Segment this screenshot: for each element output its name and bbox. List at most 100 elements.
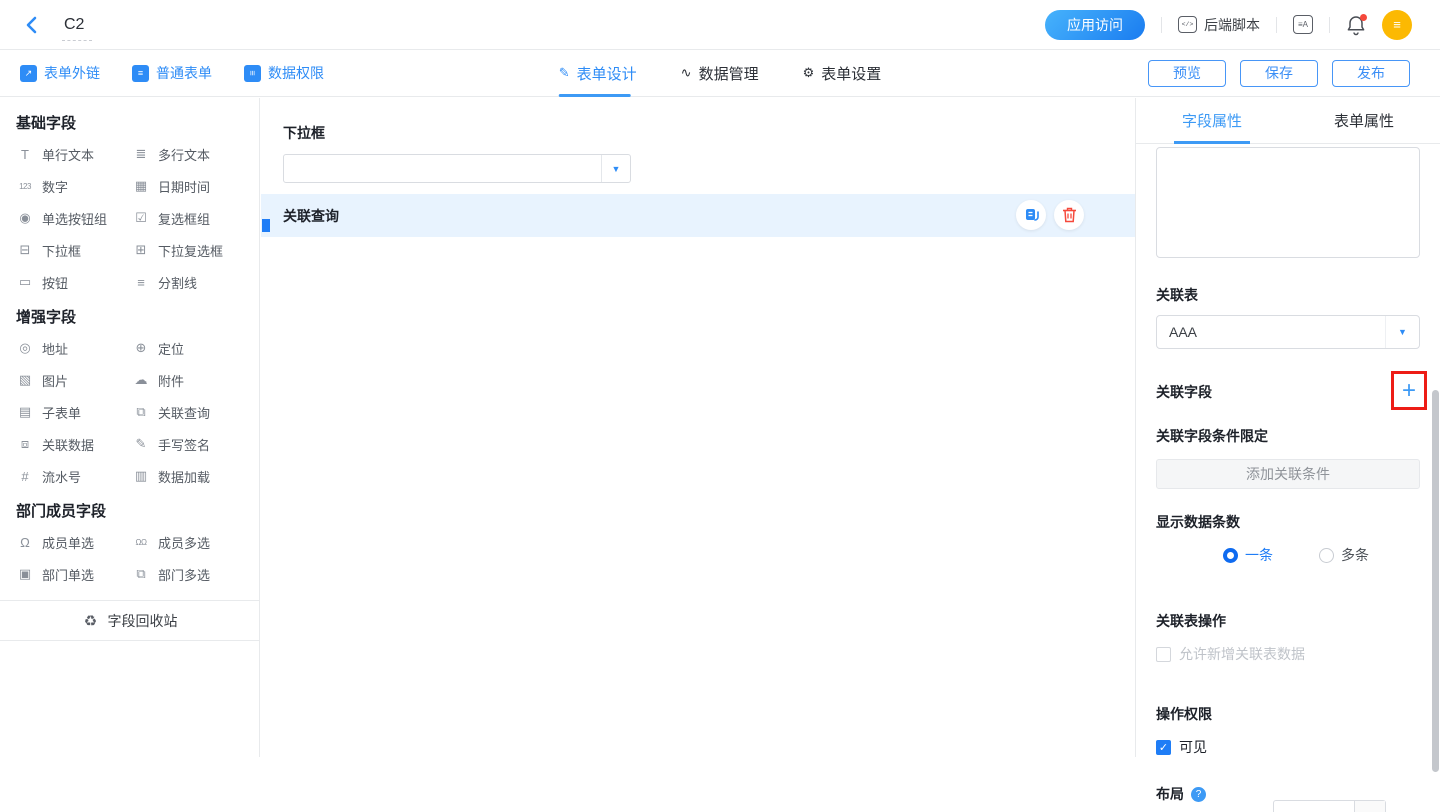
- field-member-single[interactable]: Ω成员单选: [16, 526, 132, 558]
- related-table-label: 关联表: [1156, 285, 1420, 305]
- field-divider[interactable]: ≡分割线: [132, 266, 259, 298]
- condition-label: 关联字段条件限定: [1156, 426, 1420, 446]
- publish-button[interactable]: 发布: [1332, 60, 1410, 87]
- tab-data-manage[interactable]: ∿ 数据管理: [681, 50, 759, 97]
- plain-form-label: 普通表单: [156, 63, 212, 83]
- related-table-select[interactable]: AAA ▼: [1156, 315, 1420, 349]
- caret-down-icon: ▼: [1398, 327, 1407, 337]
- help-icon[interactable]: ?: [1191, 787, 1206, 802]
- divider: [1161, 17, 1162, 33]
- field-locate[interactable]: ⊕定位: [132, 332, 259, 364]
- multi-select-icon: ⊞: [132, 242, 150, 258]
- tab-form-design[interactable]: ✎ 表单设计: [559, 50, 637, 97]
- field-dept-multi[interactable]: ⧉部门多选: [132, 558, 259, 590]
- plain-form-link[interactable]: ≡ 普通表单: [132, 63, 212, 83]
- divider-icon: ≡: [132, 275, 150, 290]
- radio-multi[interactable]: 多条: [1319, 545, 1369, 565]
- field-datetime[interactable]: ▦日期时间: [132, 170, 259, 202]
- checkbox-group-icon: ☑: [132, 210, 150, 226]
- field-data-load[interactable]: ▥数据加载: [132, 460, 259, 492]
- field-dept-single[interactable]: ▣部门单选: [16, 558, 132, 590]
- avatar[interactable]: ≡: [1382, 10, 1412, 40]
- delete-field-button[interactable]: [1054, 200, 1084, 230]
- section-title-members: 部门成员字段: [16, 500, 259, 524]
- field-linked-data[interactable]: ⧈关联数据: [16, 428, 132, 460]
- radio-selected-icon: [1223, 548, 1238, 563]
- selected-field-label: 关联查询: [283, 206, 339, 226]
- section-title-enhanced: 增强字段: [16, 306, 259, 330]
- panel-scrollbar[interactable]: [1432, 390, 1439, 772]
- section-title-basic: 基础字段: [16, 112, 259, 136]
- add-related-field-button[interactable]: +: [1402, 379, 1416, 403]
- drag-handle[interactable]: [262, 219, 270, 232]
- field-recycle-bin[interactable]: ♻ 字段回收站: [0, 601, 259, 641]
- permission-label: 操作权限: [1156, 704, 1420, 724]
- layout-select-partial[interactable]: [1273, 800, 1386, 812]
- attachment-icon: ☁: [132, 372, 150, 388]
- add-condition-button[interactable]: 添加关联条件: [1156, 459, 1420, 489]
- visible-checkbox[interactable]: ✓ 可见: [1156, 737, 1420, 757]
- dept-single-icon: ▣: [16, 566, 34, 582]
- member-multi-icon: ΩΩ: [132, 538, 150, 547]
- select-arrow-button[interactable]: ▼: [601, 155, 630, 182]
- backend-script-label: 后端脚本: [1204, 15, 1260, 35]
- link-icon: ↗: [20, 65, 37, 82]
- serial-icon: #: [16, 469, 34, 484]
- field-radio-group[interactable]: ◉单选按钮组: [16, 202, 132, 234]
- image-icon: ▧: [16, 372, 34, 388]
- radio-single[interactable]: 一条: [1223, 545, 1273, 565]
- form-toolbar: ↗ 表单外链 ≡ 普通表单 ≡ 数据权限 ✎ 表单设计 ∿ 数据管理 ⚙ 表单设…: [0, 50, 1440, 97]
- radio-unselected-icon: [1319, 548, 1334, 563]
- field-image[interactable]: ▧图片: [16, 364, 132, 396]
- related-table-value: AAA: [1157, 324, 1385, 340]
- backend-script-button[interactable]: </> 后端脚本: [1178, 15, 1260, 35]
- dropdown-field-select[interactable]: ▼: [283, 154, 631, 183]
- notification-dot: [1360, 14, 1367, 21]
- notification-bell-icon[interactable]: [1346, 14, 1366, 36]
- tab-field-properties[interactable]: 字段属性: [1136, 98, 1288, 143]
- field-subform[interactable]: ▤子表单: [16, 396, 132, 428]
- form-external-link[interactable]: ↗ 表单外链: [20, 63, 100, 83]
- divider: [1329, 17, 1330, 33]
- translate-icon[interactable]: ≡A: [1293, 15, 1313, 34]
- selected-field-row[interactable]: 关联查询: [261, 194, 1135, 237]
- save-button[interactable]: 保存: [1240, 60, 1318, 87]
- data-permission-link[interactable]: ≡ 数据权限: [244, 63, 324, 83]
- field-attachment[interactable]: ☁附件: [132, 364, 259, 396]
- field-button[interactable]: ▭按钮: [16, 266, 132, 298]
- copy-field-button[interactable]: [1016, 200, 1046, 230]
- locate-icon: ⊕: [132, 340, 150, 356]
- field-address[interactable]: ◎地址: [16, 332, 132, 364]
- datetime-icon: ▦: [132, 178, 150, 194]
- field-lookup[interactable]: ⧉关联查询: [132, 396, 259, 428]
- field-serial-number[interactable]: #流水号: [16, 460, 132, 492]
- app-access-button[interactable]: 应用访问: [1045, 10, 1145, 40]
- trash-icon: [1062, 207, 1077, 223]
- tab-form-settings[interactable]: ⚙ 表单设置: [803, 50, 882, 97]
- data-permission-icon: ≡: [244, 65, 261, 82]
- field-description-textarea[interactable]: [1156, 147, 1420, 258]
- button-icon: ▭: [16, 274, 34, 290]
- select-arrow-button[interactable]: ▼: [1385, 316, 1419, 348]
- select-icon: ⊟: [16, 242, 34, 258]
- title-edit-underline: [62, 40, 92, 41]
- number-icon: 123: [16, 182, 34, 191]
- field-member-multi[interactable]: ΩΩ成员多选: [132, 526, 259, 558]
- form-external-link-label: 表单外链: [44, 63, 100, 83]
- related-field-label: 关联字段: [1156, 382, 1212, 402]
- field-single-line-text[interactable]: T单行文本: [16, 138, 132, 170]
- app-header: C2 应用访问 </> 后端脚本 ≡A ≡: [0, 0, 1440, 50]
- field-checkbox-group[interactable]: ☑复选框组: [132, 202, 259, 234]
- field-multi-line-text[interactable]: ≣多行文本: [132, 138, 259, 170]
- field-select[interactable]: ⊟下拉框: [16, 234, 132, 266]
- page-title[interactable]: C2: [64, 16, 84, 34]
- visible-label: 可见: [1179, 737, 1207, 757]
- field-multi-select[interactable]: ⊞下拉复选框: [132, 234, 259, 266]
- preview-button[interactable]: 预览: [1148, 60, 1226, 87]
- field-number[interactable]: 123数字: [16, 170, 132, 202]
- back-icon[interactable]: [24, 15, 44, 35]
- single-line-icon: T: [16, 147, 34, 162]
- field-signature[interactable]: ✎手写签名: [132, 428, 259, 460]
- allow-add-checkbox[interactable]: 允许新增关联表数据: [1156, 644, 1420, 664]
- tab-form-properties[interactable]: 表单属性: [1288, 98, 1440, 143]
